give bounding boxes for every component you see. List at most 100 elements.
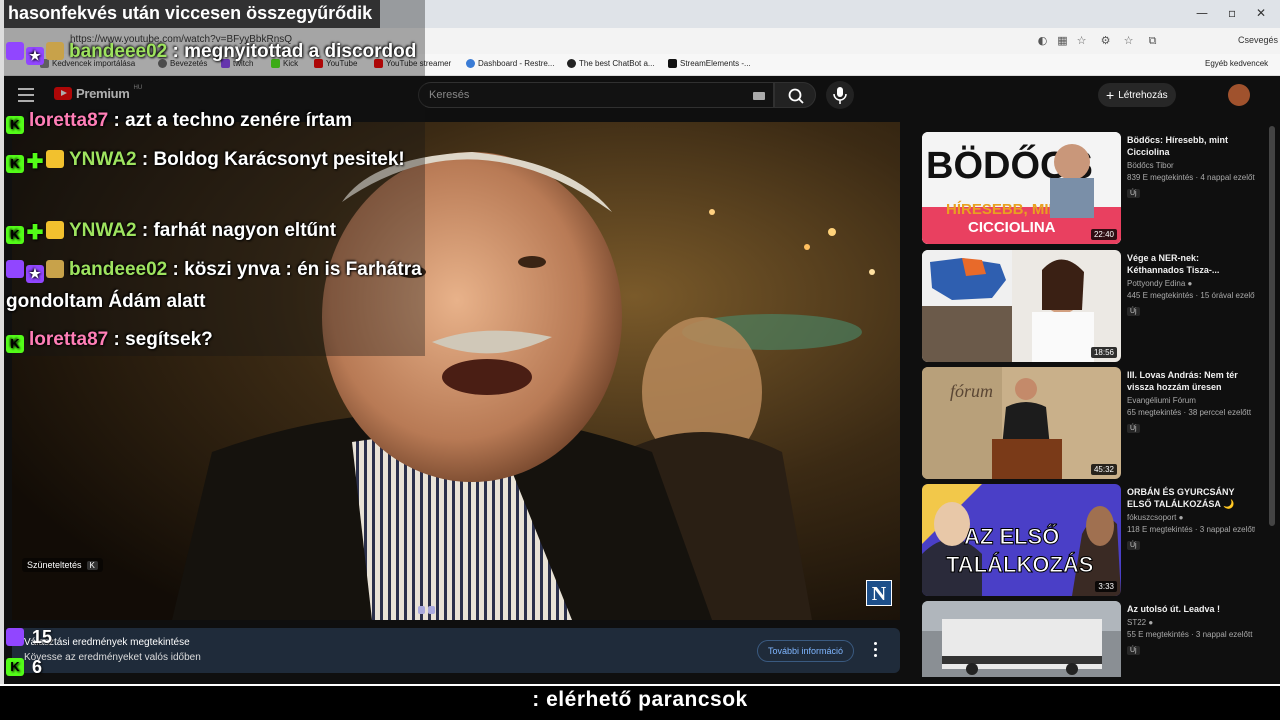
kick-viewer-count: K6 — [6, 652, 52, 682]
video-title[interactable]: Az utolsó út. Leadva ! — [1127, 603, 1255, 615]
svg-text:TALÁLKOZÁS: TALÁLKOZÁS — [946, 552, 1093, 577]
keyboard-icon[interactable] — [753, 92, 765, 100]
new-badge: Új — [1127, 646, 1140, 655]
kick-icon: K — [6, 116, 24, 134]
player-gutter — [900, 122, 908, 620]
video-duration: 22:40 — [1090, 229, 1117, 240]
crown-icon — [46, 221, 64, 239]
video-title[interactable]: ORBÁN ÉS GYURCSÁNY ELSŐ TALÁLKOZÁSA 🌙 — [1127, 486, 1255, 510]
verified-icon: ● — [1187, 279, 1193, 288]
video-thumbnail[interactable]: fórum 45:32 — [922, 367, 1121, 479]
channel-watermark-logo[interactable]: N — [866, 580, 892, 606]
microphone-icon — [833, 87, 847, 104]
video-title[interactable]: Vége a NER-nek: Kéthannados Tisza-... — [1127, 252, 1255, 276]
recommendation-item[interactable]: AZ ELSŐ TALÁLKOZÁS 3:33 ORBÁN ÉS GYURCSÁ… — [922, 484, 1262, 596]
captions-indicator — [418, 606, 435, 614]
video-meta: 65 megtekintés · 38 perccel ezelőtt — [1127, 408, 1252, 417]
thumbnail-art — [922, 601, 1121, 677]
scrollbar-thumb[interactable] — [1269, 126, 1275, 526]
gift-icon — [46, 42, 64, 60]
voice-search-button[interactable] — [826, 81, 854, 109]
avatar[interactable] — [1228, 84, 1250, 106]
search-button[interactable] — [774, 82, 816, 108]
commands-text: : elérhető parancsok — [532, 688, 748, 711]
thumbnail-art — [922, 250, 1121, 362]
crown-icon — [46, 150, 64, 168]
plus-icon: + — [1106, 87, 1115, 103]
channel-name[interactable]: Pottyondy Edina ● — [1127, 279, 1255, 288]
minimize-icon[interactable]: — — [1196, 6, 1208, 20]
election-info-banner: Választási eredmények megtekintése Köves… — [12, 628, 900, 673]
viewer-counts: 15 K6 — [6, 622, 52, 682]
video-thumbnail[interactable]: AZ ELSŐ TALÁLKOZÁS 3:33 — [922, 484, 1121, 596]
twitch-icon — [6, 260, 24, 278]
plus-badge-icon: ✚ — [26, 151, 44, 173]
page-scrollbar[interactable] — [1268, 116, 1276, 684]
bookmark-streamelements[interactable]: StreamElements -... — [668, 59, 751, 68]
gift-icon — [46, 260, 64, 278]
video-thumbnail[interactable]: BÖDŐCS HÍRESEBB, MINT CICCIOLINA 22:40 — [922, 132, 1121, 244]
kick-icon: K — [6, 658, 24, 676]
star-icon: ★ — [26, 265, 44, 283]
extensions-icon[interactable]: ⚙ — [1099, 34, 1112, 47]
plus-badge-icon: ✚ — [26, 222, 44, 244]
search-placeholder: Keresés — [429, 89, 470, 101]
video-duration: 45:32 — [1090, 464, 1117, 475]
kick-icon: K — [6, 335, 24, 353]
search-input[interactable]: Keresés — [418, 82, 774, 108]
video-info: Bödőcs: Híresebb, mint Cicciolina Bödőcs… — [1127, 134, 1255, 200]
chat-username: YNWA2 — [69, 149, 137, 170]
twitch-icon — [6, 628, 24, 646]
translate-icon[interactable]: ◐ — [1036, 34, 1049, 47]
maximize-icon[interactable]: ▫ — [1228, 6, 1236, 20]
new-badge: Új — [1127, 189, 1140, 198]
video-meta: 55 E megtekintés · 3 nappal ezelőtt — [1127, 630, 1253, 639]
chat-text: : farhát nagyon eltűnt — [141, 220, 337, 241]
video-title[interactable]: Bödőcs: Híresebb, mint Cicciolina — [1127, 134, 1255, 158]
chat-message: ★ bandeee02 : köszi ynva : én is Farhátra… — [6, 254, 426, 318]
recommendation-item[interactable]: 18:56 Vége a NER-nek: Kéthannados Tisza-… — [922, 250, 1262, 362]
verified-icon: ● — [1148, 618, 1154, 627]
chat-text: : segítsek? — [113, 329, 213, 350]
bookmark-chatbot[interactable]: The best ChatBot a... — [567, 59, 655, 68]
screen: — ▫ ✕ https://www.youtube.com/watch?v=BF… — [0, 0, 1280, 720]
apps-icon[interactable]: ▦ — [1056, 34, 1069, 47]
collections-icon[interactable]: ⧉ — [1146, 34, 1159, 47]
chat-message: K ✚ YNWA2 : farhát nagyon eltűnt — [6, 215, 426, 247]
recommendation-item[interactable]: BÖDŐCS HÍRESEBB, MINT CICCIOLINA 22:40 B… — [922, 132, 1262, 244]
thumbnail-art: fórum — [922, 367, 1121, 479]
bookmark-restream[interactable]: Dashboard - Restre... — [466, 59, 554, 68]
create-button[interactable]: + Létrehozás — [1098, 83, 1176, 107]
channel-name[interactable]: ST22 ● — [1127, 618, 1255, 627]
streamelements-icon — [668, 59, 677, 68]
video-thumbnail[interactable]: 18:56 — [922, 250, 1121, 362]
verified-icon: ● — [1178, 513, 1184, 522]
svg-text:fórum: fórum — [950, 381, 993, 401]
chat-username: bandeee02 — [69, 41, 168, 62]
other-bookmarks[interactable]: Egyéb kedvencek — [1205, 59, 1268, 68]
video-thumbnail[interactable] — [922, 601, 1121, 677]
recommendation-item[interactable]: fórum 45:32 III. Lovas András: Nem tér v… — [922, 367, 1262, 479]
restream-icon — [466, 59, 475, 68]
close-icon[interactable]: ✕ — [1256, 6, 1266, 20]
video-title[interactable]: III. Lovas András: Nem tér vissza hozzám… — [1127, 369, 1255, 393]
channel-name[interactable]: Bödőcs Tibor — [1127, 161, 1255, 170]
commands-ticker: : elérhető parancsok — [0, 684, 1280, 720]
favorite-star-icon[interactable]: ☆ — [1075, 34, 1088, 47]
chat-message: Kloretta87 : azt a techno zenére írtam — [6, 105, 426, 137]
svg-text:AZ ELSŐ: AZ ELSŐ — [964, 524, 1059, 549]
channel-name[interactable]: Evangéliumi Fórum — [1127, 396, 1255, 405]
more-info-button[interactable]: További információ — [757, 640, 855, 662]
recommendation-item[interactable]: Az utolsó út. Leadva ! ST22 ● 55 E megte… — [922, 601, 1262, 677]
more-options-icon[interactable] — [874, 642, 878, 660]
copilot-button[interactable]: Csevegés — [1238, 35, 1278, 45]
chat-text: : Boldog Karácsonyt pesitek! — [141, 149, 405, 170]
video-info: Az utolsó út. Leadva ! ST22 ● 55 E megte… — [1127, 603, 1255, 657]
chatbot-icon — [567, 59, 576, 68]
svg-text:CICCIOLINA: CICCIOLINA — [968, 219, 1056, 236]
favorites-icon[interactable]: ☆ — [1122, 34, 1135, 47]
chat-message: ★ bandeee02 : megnyitottad a discordod — [6, 36, 426, 68]
new-badge: Új — [1127, 541, 1140, 550]
video-duration: 3:33 — [1095, 581, 1117, 592]
channel-name[interactable]: fókuszcsoport ● — [1127, 513, 1255, 522]
